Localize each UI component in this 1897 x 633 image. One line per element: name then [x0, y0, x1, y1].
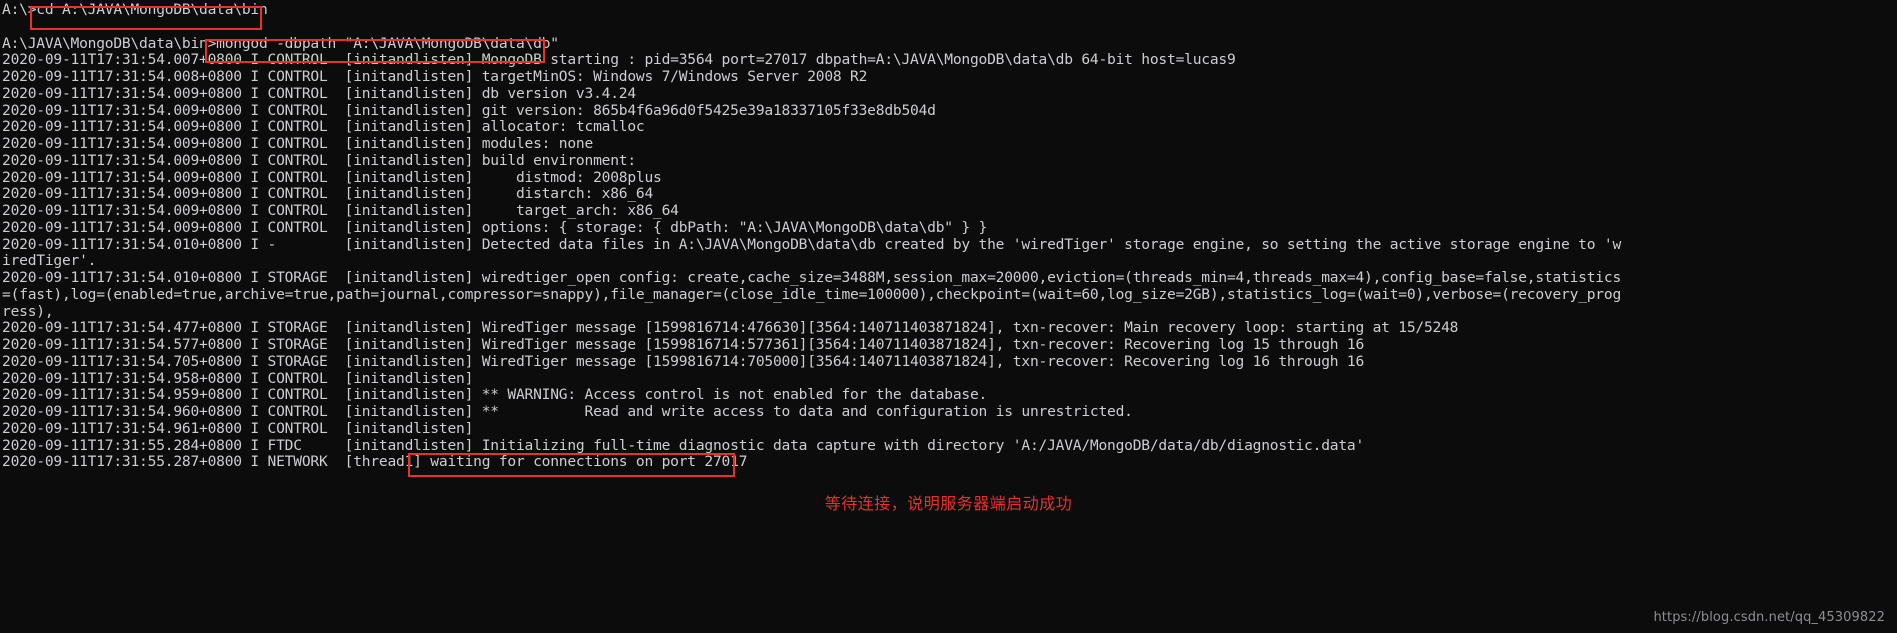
console-line: 2020-09-11T17:31:54.959+0800 I CONTROL [… — [2, 386, 988, 404]
console-line: =(fast),log=(enabled=true,archive=true,p… — [2, 285, 1622, 303]
console-line: 2020-09-11T17:31:54.009+0800 I CONTROL [… — [2, 218, 988, 236]
console-output: A:\>cd A:\JAVA\MongoDB\data\bin A:\JAVA\M… — [2, 1, 1897, 471]
console-line: 2020-09-11T17:31:54.009+0800 I CONTROL [… — [2, 84, 636, 102]
console-line: 2020-09-11T17:31:54.009+0800 I CONTROL [… — [2, 202, 679, 219]
console-line: 2020-09-11T17:31:54.477+0800 I STORAGE [… — [2, 319, 1459, 337]
console-line: iredTiger'. — [2, 252, 97, 270]
console-line: 2020-09-11T17:31:54.010+0800 I STORAGE [… — [2, 269, 1622, 286]
console-line: A:\>cd A:\JAVA\MongoDB\data\bin — [2, 1, 268, 18]
console-line: 2020-09-11T17:31:54.705+0800 I STORAGE [… — [2, 352, 1365, 370]
annotation-footer-note: 等待连接，说明服务器端启动成功 — [824, 494, 1073, 513]
console-line: 2020-09-11T17:31:54.960+0800 I CONTROL [… — [2, 403, 1133, 420]
console-line: 2020-09-11T17:31:54.008+0800 I CONTROL [… — [2, 68, 868, 85]
console-line: 2020-09-11T17:31:54.007+0800 I CONTROL [… — [2, 51, 1236, 69]
console-line: 2020-09-11T17:31:54.009+0800 I CONTROL [… — [2, 185, 654, 203]
terminal-window[interactable]: A:\>cd A:\JAVA\MongoDB\data\bin A:\JAVA\M… — [0, 0, 1897, 633]
blog-watermark: https://blog.csdn.net/qq_45309822 — [1653, 610, 1885, 625]
console-line: 2020-09-11T17:31:54.009+0800 I CONTROL [… — [2, 135, 594, 152]
console-line: ress), — [2, 302, 54, 320]
console-line: 2020-09-11T17:31:54.009+0800 I CONTROL [… — [2, 151, 636, 169]
console-line: 2020-09-11T17:31:54.961+0800 I CONTROL [… — [2, 419, 474, 437]
console-line: A:\JAVA\MongoDB\data\bin>mongod -dbpath … — [2, 34, 559, 52]
console-line: 2020-09-11T17:31:55.284+0800 I FTDC [ini… — [2, 436, 1365, 454]
console-line: 2020-09-11T17:31:54.009+0800 I CONTROL [… — [2, 168, 662, 186]
console-line: 2020-09-11T17:31:54.009+0800 I CONTROL [… — [2, 118, 645, 136]
console-line: 2020-09-11T17:31:54.009+0800 I CONTROL [… — [2, 101, 936, 119]
console-line: 2020-09-11T17:31:55.287+0800 I NETWORK [… — [2, 453, 748, 471]
console-line: 2020-09-11T17:31:54.958+0800 I CONTROL [… — [2, 369, 474, 387]
console-line: 2020-09-11T17:31:54.577+0800 I STORAGE [… — [2, 336, 1365, 353]
console-line: 2020-09-11T17:31:54.010+0800 I - [initan… — [2, 235, 1622, 253]
